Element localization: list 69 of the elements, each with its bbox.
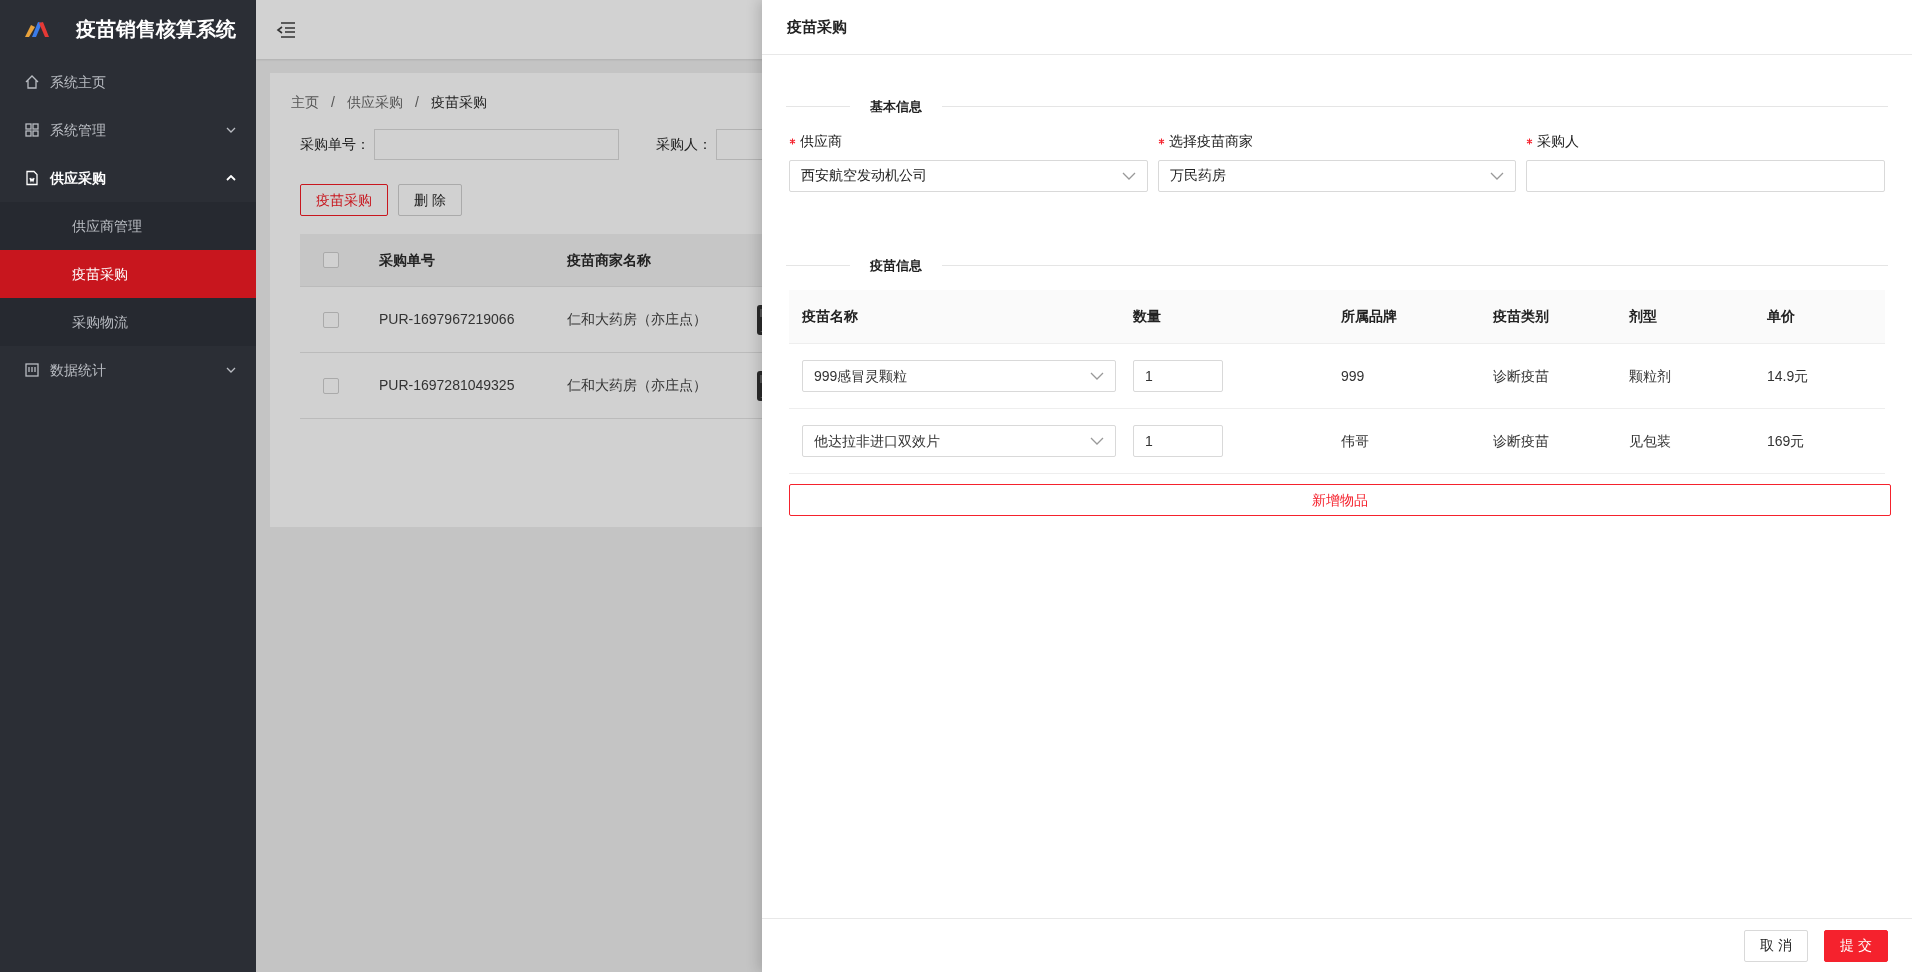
table-cell: 999 — [1341, 367, 1365, 384]
drawer-title: 疫苗采购 — [787, 16, 847, 37]
select-field[interactable]: 999感冒灵颗粒 — [802, 360, 1116, 392]
checkbox[interactable] — [323, 252, 339, 268]
toolbar-button[interactable]: 疫苗采购 — [300, 184, 388, 216]
table-cell: 14.9元 — [1767, 367, 1809, 384]
field-label: 采购单号： — [300, 135, 370, 154]
table-cell: 诊断疫苗 — [1493, 432, 1549, 449]
home-icon — [24, 74, 40, 90]
input-field[interactable] — [1526, 159, 1885, 192]
chevron-down-icon — [1490, 171, 1505, 180]
section-heading: 疫苗信息 — [869, 256, 923, 275]
breadcrumb-separator: / — [413, 92, 420, 112]
chevron-down-icon — [226, 367, 236, 373]
table-cell: PUR-1697967219066 — [379, 311, 515, 327]
column-header: 数量 — [1133, 308, 1161, 324]
toolbar-button[interactable]: 删 除 — [398, 184, 462, 216]
menu-item[interactable]: 系统管理 — [0, 106, 256, 154]
checkbox[interactable] — [323, 311, 339, 328]
column-header: 所属品牌 — [1341, 308, 1397, 324]
select-field[interactable]: 万民药房 — [1157, 159, 1517, 192]
table-cell: 仁和大药房（亦庄点） — [567, 311, 707, 327]
column-header: 采购单号 — [379, 251, 435, 268]
checkbox[interactable] — [323, 377, 339, 394]
select-field[interactable]: 他达拉非进口双效片 — [802, 425, 1116, 457]
table-cell: 169元 — [1767, 432, 1805, 449]
chevron-up-icon — [226, 175, 236, 181]
chevron-down-icon — [226, 127, 236, 133]
column-header: 疫苗名称 — [802, 308, 858, 324]
cancel-button[interactable]: 取 消 — [1744, 929, 1809, 962]
field-label: 供应商 — [800, 131, 842, 151]
chevron-down-icon — [1090, 437, 1104, 445]
section-heading: 基本信息 — [869, 98, 923, 116]
column-header: 剂型 — [1629, 308, 1657, 324]
submenu-item[interactable]: 疫苗采购 — [0, 250, 256, 298]
breadcrumb-item[interactable]: 主页 — [291, 91, 319, 113]
menu-fold-icon[interactable] — [276, 20, 296, 39]
table-cell: 仁和大药房（亦庄点） — [567, 377, 707, 393]
document-icon — [24, 170, 40, 186]
table-cell: 诊断疫苗 — [1493, 367, 1549, 384]
menu-item[interactable]: 数据统计 — [0, 346, 256, 394]
app-title: 疫苗销售核算系统 — [76, 17, 236, 42]
menu-item[interactable]: 供应采购 — [0, 154, 256, 202]
column-header: 疫苗类别 — [1493, 308, 1549, 324]
field-label: 选择疫苗商家 — [1168, 131, 1253, 151]
grid-icon — [24, 122, 40, 138]
select-field[interactable]: 西安航空发动机公司 — [789, 159, 1148, 192]
quantity-field[interactable]: 1 — [1133, 360, 1223, 392]
add-item-button[interactable]: 新增物品 — [789, 484, 1891, 516]
table-cell: PUR-1697281049325 — [379, 377, 515, 393]
quantity-field[interactable]: 1 — [1133, 425, 1223, 457]
input-field[interactable] — [374, 129, 619, 160]
chevron-down-icon — [1090, 372, 1104, 380]
field-label: 采购人： — [656, 135, 712, 154]
field-label: 采购人 — [1537, 131, 1580, 151]
submenu-item[interactable]: 采购物流 — [0, 298, 256, 346]
column-header: 单价 — [1767, 308, 1795, 324]
submenu-item[interactable]: 供应商管理 — [0, 202, 256, 250]
chevron-down-icon — [1121, 171, 1136, 180]
table-cell: 颗粒剂 — [1629, 367, 1671, 384]
breadcrumb-item[interactable]: 供应采购 — [346, 91, 403, 113]
submit-button[interactable]: 提 交 — [1824, 929, 1888, 962]
table-cell: 见包装 — [1629, 432, 1671, 449]
column-header: 疫苗商家名称 — [567, 251, 651, 268]
chart-icon — [24, 362, 40, 378]
table-cell: 伟哥 — [1341, 432, 1369, 449]
breadcrumb-separator: / — [330, 92, 336, 112]
menu-item[interactable]: 系统主页 — [0, 58, 256, 106]
breadcrumb-item[interactable]: 疫苗采购 — [430, 91, 487, 113]
